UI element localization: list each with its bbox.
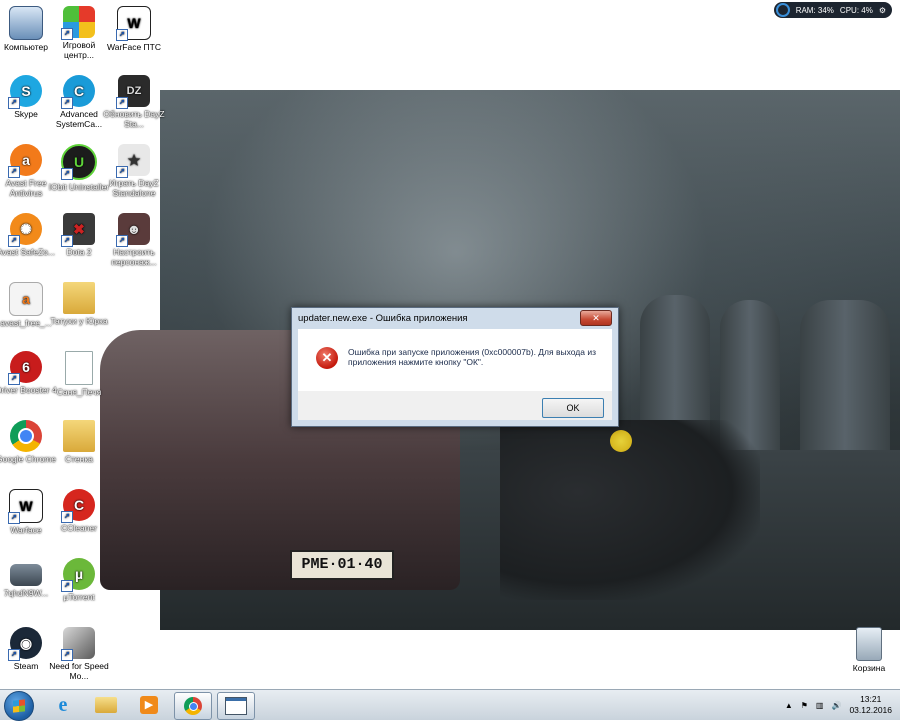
windows-logo-icon [13,699,25,713]
computer-icon [9,6,43,40]
desktop-icon-warface-pts[interactable]: W ➚ WarFace ПТС [103,6,165,52]
dota2-icon: ✖ ➚ [61,213,95,247]
warface-icon: W ➚ [116,6,151,41]
text-file-icon [65,351,93,385]
taskbar-error-window[interactable] [217,692,255,720]
taskbar-media-player[interactable]: ▶ [131,692,167,718]
steam-icon: ◉ ➚ [8,627,42,661]
desktop-icon-recycle-bin[interactable]: Корзина [838,627,900,673]
advanced-systemcare-icon: C ➚ [61,75,95,109]
desktop-icon-utorrent[interactable]: µ ➚ µTorrent [48,558,110,602]
start-button[interactable] [4,691,34,721]
chrome-icon [10,420,42,452]
folder-icon [63,420,95,452]
desktop-icon-dota2[interactable]: ✖ ➚ Dota 2 [48,213,110,257]
avast-icon: a ➚ [8,144,42,178]
utorrent-icon: µ ➚ [61,558,95,592]
desktop-icon-game-center[interactable]: ➚ Игровой центр... [48,6,110,60]
chrome-icon [184,697,202,715]
game-center-icon: ➚ [61,6,95,40]
dialog-body: ✕ Ошибка при запуске приложения (0xc0000… [298,329,612,391]
flower-graphic [610,430,632,452]
license-plate: PME·01·40 [290,550,394,580]
desktop-icon-iobit-uninstaller[interactable]: U ➚ IObit Uninstaller [48,144,110,192]
avast-safezone-icon: ✺ ➚ [8,213,42,247]
internet-explorer-icon: e [58,693,68,716]
driver-booster-icon: 6 ➚ [8,351,42,385]
gadget-logo-icon [775,3,790,17]
show-hidden-icons-icon[interactable]: ▲ [785,701,793,710]
system-tray: ▲ ⚑ ▥ 🔊 13:21 03.12.2016 [785,690,892,720]
clock-time: 13:21 [860,694,882,704]
character-icon: ☻ ➚ [116,213,150,247]
desktop-icon-advanced-systemcare[interactable]: C ➚ Advanced SystemCa... [48,75,110,129]
desktop-icon-configure-character[interactable]: ☻ ➚ Настроить персонаж... [103,213,165,267]
system-monitor-gadget[interactable]: RAM: 34% CPU: 4% ⚙ [773,2,892,18]
play-dayz-icon: ★ ➚ [116,144,150,178]
settings-icon[interactable]: ⚙ [879,6,886,15]
action-center-flag-icon[interactable]: ⚑ [801,701,808,710]
ccleaner-icon: C ➚ [61,489,95,523]
folder-icon [95,697,117,713]
clock-date: 03.12.2016 [849,705,892,715]
clock[interactable]: 13:21 03.12.2016 [849,694,892,716]
skype-icon: S ➚ [8,75,42,109]
folder-icon [63,282,95,314]
image-file-icon [10,564,42,586]
error-icon: ✕ [316,347,338,369]
dialog-message: Ошибка при запуске приложения (0xc000007… [348,347,596,367]
desktop-icon-wall-folder[interactable]: Стенка [48,420,110,464]
ram-usage: RAM: 34% [795,5,834,15]
desktop-icon-ccleaner[interactable]: C ➚ CCleaner [48,489,110,533]
taskbar-chrome[interactable] [174,692,212,720]
iobit-uninstaller-icon: U ➚ [61,144,97,180]
desktop-icon-tattoo-folder[interactable]: Татухи у Юрка [48,282,110,326]
dialog-titlebar[interactable]: updater.new.exe - Ошибка приложения [292,308,618,328]
desktop-icon-need-for-speed[interactable]: ➚ Need for Speed Mo... [48,627,110,681]
ok-button[interactable]: OK [542,398,604,418]
need-for-speed-icon: ➚ [61,627,95,661]
media-player-icon: ▶ [140,696,158,714]
avast-installer-icon: a [9,282,43,316]
desktop-icon-sanya-file[interactable]: Саня_Печя [48,351,110,397]
taskbar-internet-explorer[interactable]: e [45,692,81,718]
dialog-title: updater.new.exe - Ошибка приложения [298,312,468,324]
warface-icon: W ➚ [8,489,43,524]
network-icon[interactable]: ▥ [816,701,824,710]
dayz-icon: DZ ➚ [116,75,150,109]
desktop-icon-play-dayz[interactable]: ★ ➚ Играть DayZ Standalone [103,144,165,198]
dialog-close-button[interactable]: ✕ [580,310,612,326]
error-dialog: updater.new.exe - Ошибка приложения ✕ ✕ … [291,307,619,427]
volume-icon[interactable]: 🔊 [831,701,841,710]
taskbar-explorer[interactable] [88,692,124,718]
dialog-footer: OK [298,391,612,420]
cpu-usage: CPU: 4% [839,5,873,15]
desktop-icon-update-dayz[interactable]: DZ ➚ Обновить DayZ Sta... [103,75,165,129]
recycle-bin-icon [856,627,882,661]
application-window-icon [225,697,247,715]
taskbar: e ▶ ▲ ⚑ ▥ 🔊 13:21 03.12.2016 [0,689,900,721]
